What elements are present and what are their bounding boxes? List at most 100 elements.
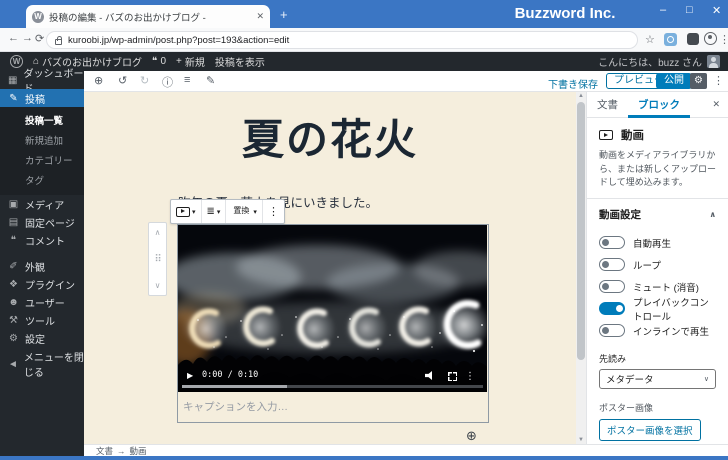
close-settings-icon[interactable]: ✕ xyxy=(712,99,720,110)
toggle-loop[interactable]: ループ xyxy=(599,254,716,276)
submenu-item-tags[interactable]: タグ xyxy=(0,170,84,190)
block-mover: ∧ ⠿ ∨ xyxy=(148,222,167,296)
fullscreen-icon[interactable] xyxy=(448,372,457,381)
sidebar-item-posts[interactable]: ✎ 投稿 xyxy=(0,89,84,107)
greeting-text: こんにちは、buzz さん xyxy=(598,58,702,69)
sidebar-item-settings[interactable]: ⚙ 設定 xyxy=(0,329,84,347)
video-buffered xyxy=(182,385,288,388)
address-bar[interactable]: kuroobi.jp/wp-admin/post.php?post=193&ac… xyxy=(46,31,638,49)
toggle-switch[interactable] xyxy=(599,258,625,271)
tab-close-icon[interactable]: ✕ xyxy=(256,11,264,22)
post-title[interactable]: 夏の花火 xyxy=(84,106,576,167)
wp-admin-sidebar: ▦ ダッシュボード ✎ 投稿 投稿一覧 新規追加 カテゴリー タグ ▣ メディア… xyxy=(0,69,84,456)
caret-down-icon: ▾ xyxy=(216,208,221,216)
sidebar-item-tools[interactable]: ⚒ ツール xyxy=(0,311,84,329)
toggle-autoplay[interactable]: 自動再生 xyxy=(599,232,716,254)
move-up-icon[interactable]: ∧ xyxy=(155,228,161,237)
sidebar-item-comments[interactable]: ❝ コメント xyxy=(0,231,84,249)
inspector-tabs: 文書 ブロック ✕ xyxy=(587,92,728,118)
select-poster-image-button[interactable]: ポスター画像を選択 xyxy=(599,418,701,441)
avatar xyxy=(707,55,720,68)
replace-button[interactable]: 置換 ▾ xyxy=(226,200,263,223)
toggle-switch[interactable] xyxy=(599,302,625,315)
caret-down-icon: ▾ xyxy=(253,208,257,216)
sidebar-item-plugins[interactable]: ❖ プラグイン xyxy=(0,275,84,293)
adminbar-view-post-link[interactable]: 投稿を表示 xyxy=(215,54,265,69)
details-info-icon[interactable]: ⓘ xyxy=(162,74,173,90)
dashboard-icon: ▦ xyxy=(8,74,18,86)
list-view-icon[interactable]: ≡ xyxy=(184,74,190,86)
scroll-down-icon[interactable]: ▼ xyxy=(576,437,586,443)
submenu-item-categories[interactable]: カテゴリー xyxy=(0,150,84,170)
window-maximize-button[interactable]: □ xyxy=(686,4,693,16)
align-button[interactable]: ≣ ▾ xyxy=(202,200,227,223)
tab-title: 投稿の編集 - バズのお出かけブログ - xyxy=(49,12,206,24)
refresh-icon[interactable]: ⟳ xyxy=(35,32,44,45)
play-icon[interactable]: ▶ xyxy=(187,371,193,380)
new-tab-button[interactable]: + xyxy=(280,7,288,22)
video-progress-bar[interactable] xyxy=(182,385,483,388)
video-player[interactable]: ▶ 0:00 / 0:10 ⋮ xyxy=(178,225,487,392)
sidebar-item-dashboard[interactable]: ▦ ダッシュボード xyxy=(0,69,84,95)
window-minimize-button[interactable]: – xyxy=(660,4,666,16)
toggle-plays-inline[interactable]: インラインで再生 xyxy=(599,320,716,342)
breadcrumb: 文書 → 動画 xyxy=(84,444,728,456)
move-down-icon[interactable]: ∨ xyxy=(155,281,161,290)
editor-more-menu-icon[interactable]: ⋮ xyxy=(713,74,724,87)
adminbar-new-link[interactable]: + 新規 xyxy=(176,54,205,69)
toggle-playback-controls[interactable]: プレイバックコントロール xyxy=(599,298,716,323)
sidebar-scrollbar[interactable]: ▲ ▼ xyxy=(576,92,586,444)
back-icon[interactable]: ← xyxy=(8,32,19,44)
publish-button[interactable]: 公開 xyxy=(656,73,692,89)
editor-canvas: 夏の花火 昨年の夏、花火を見にいきました。 ▾ ≣ ▾ 置換 ▾ ⋮ ∧ ⠿ ∨ xyxy=(84,92,576,444)
preload-select[interactable]: メタデータ ∨ xyxy=(599,368,716,389)
settings-icon: ⚙ xyxy=(9,332,18,344)
breadcrumb-current[interactable]: 動画 xyxy=(130,445,147,457)
toggle-switch[interactable] xyxy=(599,324,625,337)
profile-icon[interactable] xyxy=(704,32,717,45)
settings-gear-button[interactable]: ⚙ xyxy=(690,73,707,89)
redo-icon[interactable]: ↻ xyxy=(140,74,149,87)
adminbar-account[interactable]: こんにちは、buzz さん xyxy=(598,54,720,69)
extension-icon[interactable] xyxy=(664,33,677,46)
scrollbar-thumb[interactable] xyxy=(577,102,585,360)
browser-menu-icon[interactable]: ⋮ xyxy=(719,33,728,46)
settings-sidebar: 文書 ブロック ✕ 動画 動画をメディアライブラリから、または新しくアップロード… xyxy=(586,92,728,452)
toggle-switch[interactable] xyxy=(599,236,625,249)
video-caption-field[interactable]: キャプションを入力… xyxy=(178,392,488,421)
window-close-button[interactable]: ✕ xyxy=(712,4,721,17)
comment-icon: ❝ xyxy=(152,56,158,67)
save-draft-button[interactable]: 下書き保存 xyxy=(548,76,598,91)
sidebar-collapse-menu[interactable]: ◄ メニューを閉じる xyxy=(0,353,84,379)
chevron-up-icon: ∧ xyxy=(709,209,717,219)
sidebar-item-appearance[interactable]: ✐ 外観 xyxy=(0,257,84,275)
tab-block[interactable]: ブロック xyxy=(628,92,690,118)
sidebar-item-pages[interactable]: ▤ 固定ページ xyxy=(0,213,84,231)
preload-field: 先読み メタデータ ∨ xyxy=(587,348,728,389)
toggle-switch[interactable] xyxy=(599,280,625,293)
undo-icon[interactable]: ↺ xyxy=(118,74,127,87)
tab-document[interactable]: 文書 xyxy=(587,92,628,118)
breadcrumb-root[interactable]: 文書 xyxy=(96,445,113,457)
sidebar-item-media[interactable]: ▣ メディア xyxy=(0,195,84,213)
preload-label: 先読み xyxy=(599,353,627,364)
edit-mode-pencil-icon[interactable]: ✎ xyxy=(206,74,215,87)
browser-tab[interactable]: W 投稿の編集 - バズのお出かけブログ - ✕ xyxy=(26,5,270,28)
video-block-type-button[interactable]: ▾ xyxy=(171,200,202,223)
sidebar-item-users[interactable]: ☻ ユーザー xyxy=(0,293,84,311)
wp-logo-menu[interactable]: W xyxy=(10,55,23,68)
drag-handle-icon[interactable]: ⠿ xyxy=(154,254,161,265)
submenu-item-add-new[interactable]: 新規追加 xyxy=(0,130,84,150)
forward-icon[interactable]: → xyxy=(22,32,33,44)
bookmark-star-icon[interactable]: ☆ xyxy=(645,33,655,46)
block-inserter-icon[interactable]: ⊕ xyxy=(94,74,103,87)
block-options-button[interactable]: ⋮ xyxy=(263,200,284,223)
video-block[interactable]: ▶ 0:00 / 0:10 ⋮ キャプションを入力… xyxy=(177,224,489,423)
video-more-icon[interactable]: ⋮ xyxy=(465,371,475,382)
extension-icon[interactable] xyxy=(687,33,699,45)
bottom-inserter-icon[interactable]: ⊕ xyxy=(466,428,477,444)
adminbar-comments-link[interactable]: ❝ 0 xyxy=(152,56,166,67)
scroll-up-icon[interactable]: ▲ xyxy=(576,93,586,99)
panel-video-settings[interactable]: 動画設定 ∧ xyxy=(587,199,728,230)
submenu-item-all-posts[interactable]: 投稿一覧 xyxy=(0,110,84,130)
